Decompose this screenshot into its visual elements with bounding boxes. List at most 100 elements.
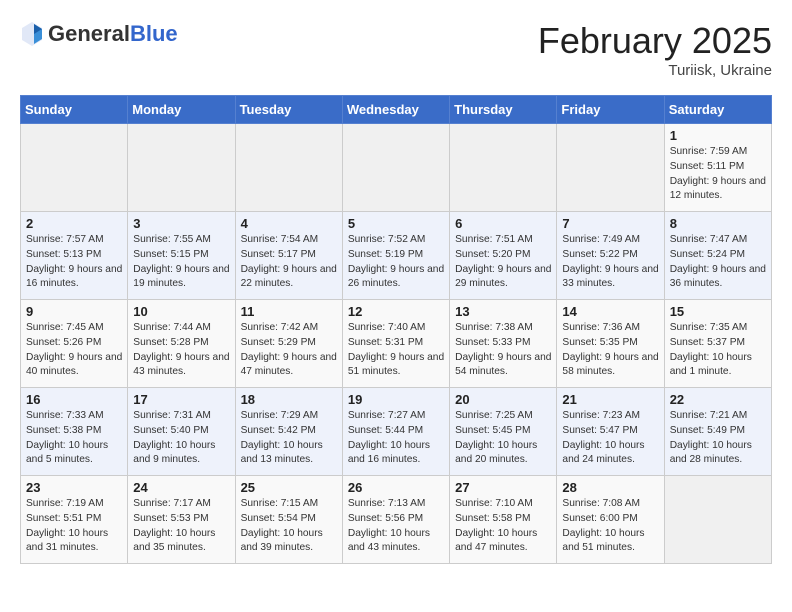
day-number: 24 [133, 480, 229, 495]
day-info: Sunrise: 7:51 AM Sunset: 5:20 PM Dayligh… [455, 233, 551, 292]
calendar-cell: 3Sunrise: 7:55 AM Sunset: 5:15 PM Daylig… [128, 212, 235, 300]
logo: General Blue [20, 20, 178, 48]
calendar-cell: 20 Sunrise: 7:25 AM Sunset: 5:45 PM Dayli… [450, 388, 557, 476]
calendar-cell: 26 Sunrise: 7:13 AM Sunset: 5:56 PM Dayli… [342, 476, 449, 564]
day-number: 12 [348, 304, 444, 319]
day-number: 14 [562, 304, 658, 319]
day-info: Sunrise: 7:38 AM Sunset: 5:33 PM Dayligh… [455, 321, 551, 380]
day-number: 15 [670, 304, 766, 319]
calendar-cell [128, 124, 235, 212]
day-number: 18 [241, 392, 337, 407]
day-info: Sunrise: 7:57 AM Sunset: 5:13 PM Dayligh… [26, 233, 122, 292]
day-info: Sunrise: 7:54 AM Sunset: 5:17 PM Dayligh… [241, 233, 337, 292]
day-info: Sunrise: 7:42 AM Sunset: 5:29 PM Dayligh… [241, 321, 337, 380]
calendar-cell: 12 Sunrise: 7:40 AM Sunset: 5:31 PM Dayli… [342, 300, 449, 388]
calendar-body: 1Sunrise: 7:59 AM Sunset: 5:11 PM Daylig… [21, 124, 772, 564]
calendar-cell: 4 Sunrise: 7:54 AM Sunset: 5:17 PM Daylig… [235, 212, 342, 300]
calendar-week-row: 9Sunrise: 7:45 AM Sunset: 5:26 PM Daylig… [21, 300, 772, 388]
day-number: 19 [348, 392, 444, 407]
day-info: Sunrise: 7:17 AM Sunset: 5:53 PM Dayligh… [133, 497, 229, 556]
day-number: 26 [348, 480, 444, 495]
calendar-subtitle: Turiisk, Ukraine [538, 62, 772, 79]
day-info: Sunrise: 7:13 AM Sunset: 5:56 PM Dayligh… [348, 497, 444, 556]
title-block: February 2025 Turiisk, Ukraine [538, 20, 772, 79]
day-number: 25 [241, 480, 337, 495]
calendar-cell: 1Sunrise: 7:59 AM Sunset: 5:11 PM Daylig… [664, 124, 771, 212]
day-info: Sunrise: 7:52 AM Sunset: 5:19 PM Dayligh… [348, 233, 444, 292]
calendar-cell: 27 Sunrise: 7:10 AM Sunset: 5:58 PM Dayli… [450, 476, 557, 564]
logo-general: General [48, 22, 130, 46]
day-info: Sunrise: 7:47 AM Sunset: 5:24 PM Dayligh… [670, 233, 766, 292]
day-info: Sunrise: 7:23 AM Sunset: 5:47 PM Dayligh… [562, 409, 658, 468]
weekday-header: Friday [557, 96, 664, 124]
day-number: 17 [133, 392, 229, 407]
day-number: 5 [348, 216, 444, 231]
day-number: 20 [455, 392, 551, 407]
day-number: 2 [26, 216, 122, 231]
header-row: SundayMondayTuesdayWednesdayThursdayFrid… [21, 96, 772, 124]
calendar-cell: 23Sunrise: 7:19 AM Sunset: 5:51 PM Dayli… [21, 476, 128, 564]
calendar-cell: 2 Sunrise: 7:57 AM Sunset: 5:13 PM Daylig… [21, 212, 128, 300]
day-number: 6 [455, 216, 551, 231]
calendar-cell: 22 Sunrise: 7:21 AM Sunset: 5:49 PM Dayli… [664, 388, 771, 476]
day-number: 16 [26, 392, 122, 407]
calendar-cell: 16 Sunrise: 7:33 AM Sunset: 5:38 PM Dayli… [21, 388, 128, 476]
calendar-cell: 8 Sunrise: 7:47 AM Sunset: 5:24 PM Daylig… [664, 212, 771, 300]
day-number: 11 [241, 304, 337, 319]
calendar-cell: 18 Sunrise: 7:29 AM Sunset: 5:42 PM Dayli… [235, 388, 342, 476]
day-number: 28 [562, 480, 658, 495]
calendar-cell: 11 Sunrise: 7:42 AM Sunset: 5:29 PM Dayli… [235, 300, 342, 388]
calendar-cell: 28 Sunrise: 7:08 AM Sunset: 6:00 PM Dayli… [557, 476, 664, 564]
day-info: Sunrise: 7:45 AM Sunset: 5:26 PM Dayligh… [26, 321, 122, 380]
calendar-cell: 17 Sunrise: 7:31 AM Sunset: 5:40 PM Dayli… [128, 388, 235, 476]
day-info: Sunrise: 7:35 AM Sunset: 5:37 PM Dayligh… [670, 321, 766, 380]
day-info: Sunrise: 7:33 AM Sunset: 5:38 PM Dayligh… [26, 409, 122, 468]
day-info: Sunrise: 7:21 AM Sunset: 5:49 PM Dayligh… [670, 409, 766, 468]
calendar-cell [342, 124, 449, 212]
weekday-header: Monday [128, 96, 235, 124]
calendar-header: SundayMondayTuesdayWednesdayThursdayFrid… [21, 96, 772, 124]
calendar-cell: 9Sunrise: 7:45 AM Sunset: 5:26 PM Daylig… [21, 300, 128, 388]
calendar-cell: 15 Sunrise: 7:35 AM Sunset: 5:37 PM Dayli… [664, 300, 771, 388]
calendar-cell: 7 Sunrise: 7:49 AM Sunset: 5:22 PM Daylig… [557, 212, 664, 300]
weekday-header: Saturday [664, 96, 771, 124]
day-info: Sunrise: 7:27 AM Sunset: 5:44 PM Dayligh… [348, 409, 444, 468]
calendar-cell [450, 124, 557, 212]
day-info: Sunrise: 7:08 AM Sunset: 6:00 PM Dayligh… [562, 497, 658, 556]
day-number: 4 [241, 216, 337, 231]
day-info: Sunrise: 7:55 AM Sunset: 5:15 PM Dayligh… [133, 233, 229, 292]
day-info: Sunrise: 7:29 AM Sunset: 5:42 PM Dayligh… [241, 409, 337, 468]
day-info: Sunrise: 7:59 AM Sunset: 5:11 PM Dayligh… [670, 145, 766, 204]
day-number: 10 [133, 304, 229, 319]
day-number: 22 [670, 392, 766, 407]
day-info: Sunrise: 7:40 AM Sunset: 5:31 PM Dayligh… [348, 321, 444, 380]
calendar-week-row: 23Sunrise: 7:19 AM Sunset: 5:51 PM Dayli… [21, 476, 772, 564]
weekday-header: Sunday [21, 96, 128, 124]
day-info: Sunrise: 7:15 AM Sunset: 5:54 PM Dayligh… [241, 497, 337, 556]
day-number: 8 [670, 216, 766, 231]
logo-blue: Blue [130, 22, 178, 46]
day-number: 21 [562, 392, 658, 407]
calendar-cell: 5 Sunrise: 7:52 AM Sunset: 5:19 PM Daylig… [342, 212, 449, 300]
calendar-title: February 2025 [538, 20, 772, 62]
calendar-week-row: 16 Sunrise: 7:33 AM Sunset: 5:38 PM Dayli… [21, 388, 772, 476]
logo-text: General Blue [48, 22, 178, 46]
calendar-cell [664, 476, 771, 564]
weekday-header: Thursday [450, 96, 557, 124]
day-number: 23 [26, 480, 122, 495]
logo-icon [20, 20, 44, 48]
day-info: Sunrise: 7:49 AM Sunset: 5:22 PM Dayligh… [562, 233, 658, 292]
day-number: 7 [562, 216, 658, 231]
day-info: Sunrise: 7:25 AM Sunset: 5:45 PM Dayligh… [455, 409, 551, 468]
calendar-cell: 25 Sunrise: 7:15 AM Sunset: 5:54 PM Dayli… [235, 476, 342, 564]
calendar-cell [235, 124, 342, 212]
weekday-header: Tuesday [235, 96, 342, 124]
calendar-cell [557, 124, 664, 212]
calendar-cell [21, 124, 128, 212]
day-info: Sunrise: 7:31 AM Sunset: 5:40 PM Dayligh… [133, 409, 229, 468]
calendar-cell: 19 Sunrise: 7:27 AM Sunset: 5:44 PM Dayli… [342, 388, 449, 476]
day-number: 27 [455, 480, 551, 495]
calendar-cell: 24 Sunrise: 7:17 AM Sunset: 5:53 PM Dayli… [128, 476, 235, 564]
day-info: Sunrise: 7:10 AM Sunset: 5:58 PM Dayligh… [455, 497, 551, 556]
calendar-table: SundayMondayTuesdayWednesdayThursdayFrid… [20, 95, 772, 564]
